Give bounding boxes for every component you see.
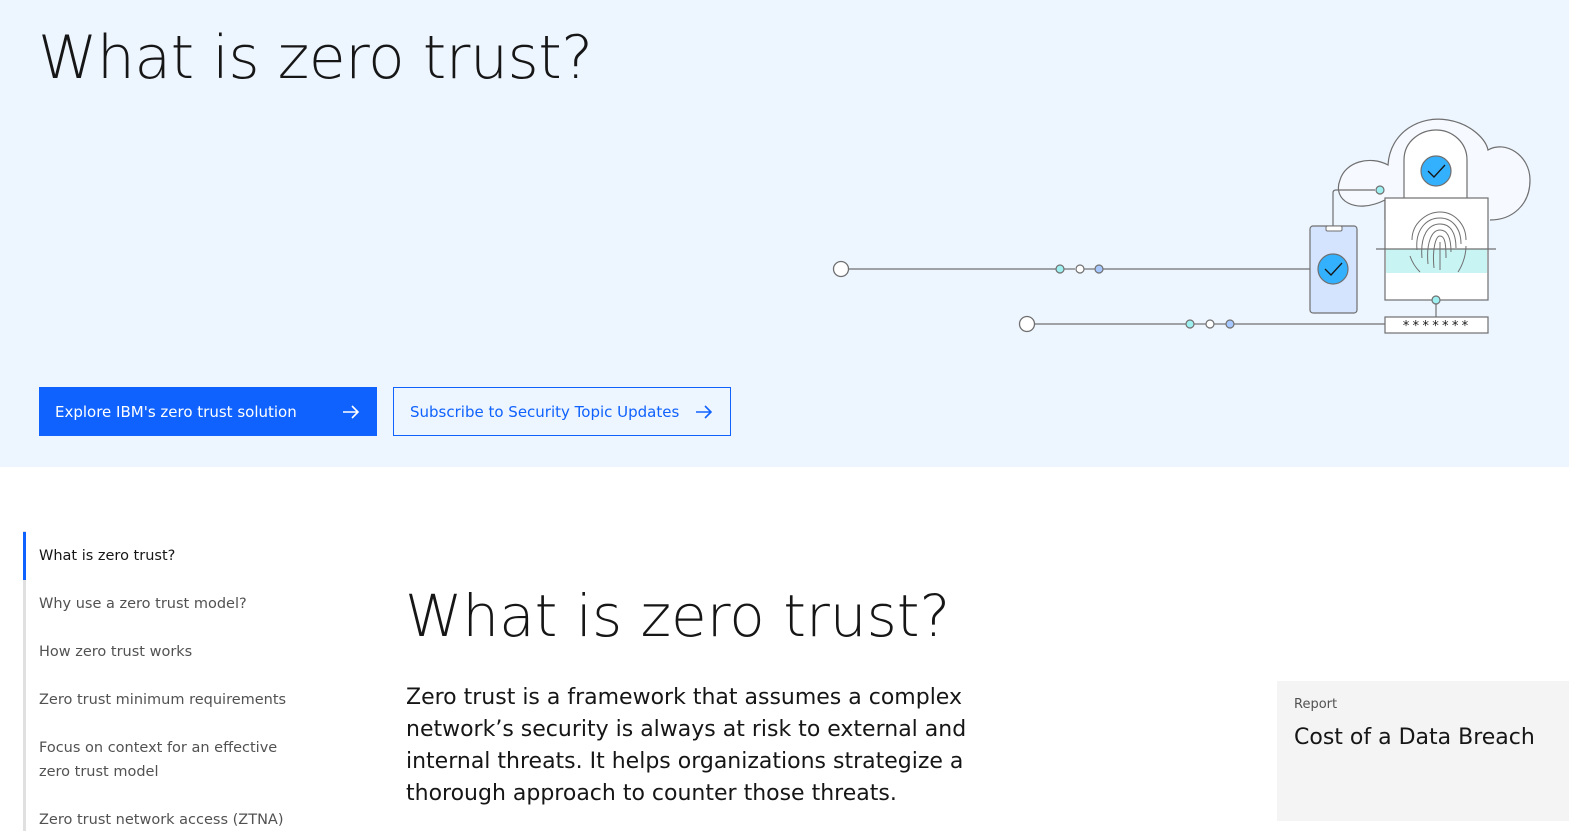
explore-zero-trust-button[interactable]: Explore IBM's zero trust solution [39, 387, 377, 436]
toc-item-minimum-requirements[interactable]: Zero trust minimum requirements [23, 688, 323, 712]
explore-zero-trust-button-label: Explore IBM's zero trust solution [55, 402, 297, 421]
hero-section: What is zero trust? ******* Explore IBM'… [0, 0, 1569, 467]
report-title: Cost of a Data Breach [1294, 725, 1535, 750]
toc-item-how-zero-trust-works[interactable]: How zero trust works [23, 640, 323, 664]
arrow-right-icon [696, 404, 713, 419]
subscribe-updates-button[interactable]: Subscribe to Security Topic Updates [393, 387, 731, 436]
section-title: What is zero trust? [405, 582, 951, 650]
report-eyebrow: Report [1294, 697, 1338, 712]
intro-paragraph: Zero trust is a framework that assumes a… [406, 685, 967, 806]
report-card[interactable]: Report Cost of a Data Breach [1277, 681, 1569, 821]
toc-item-focus-on-context[interactable]: Focus on context for an effective zero t… [23, 736, 293, 784]
toc-item-ztna[interactable]: Zero trust network access (ZTNA) [23, 808, 323, 832]
hero-title: What is zero trust? [38, 23, 593, 93]
arrow-right-icon [343, 404, 360, 419]
toc-item-what-is-zero-trust[interactable]: What is zero trust? [23, 532, 323, 580]
zero-trust-illustration: ******* [832, 118, 1531, 334]
checkmark-icon [1420, 155, 1452, 187]
subscribe-updates-button-label: Subscribe to Security Topic Updates [410, 402, 680, 421]
password-mask: ******* [1402, 319, 1471, 334]
fingerprint-icon [1376, 197, 1496, 301]
mobile-phone-icon [1309, 225, 1358, 314]
toc-item-why-use-zero-trust[interactable]: Why use a zero trust model? [23, 592, 323, 616]
table-of-contents: What is zero trust? Why use a zero trust… [23, 531, 323, 831]
